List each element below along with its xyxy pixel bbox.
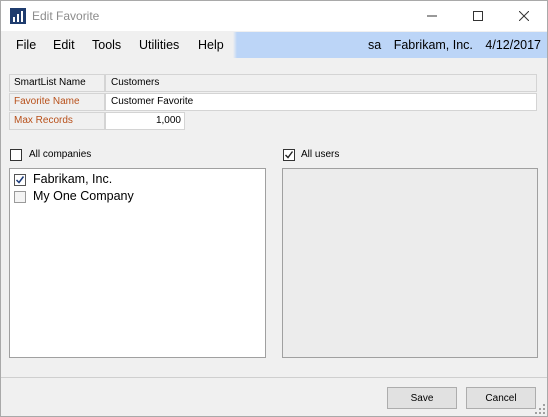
all-users-label: All users (301, 149, 340, 160)
minimize-button[interactable] (409, 1, 455, 31)
title-bar[interactable]: Edit Favorite (1, 1, 547, 31)
menu-help[interactable]: Help (198, 38, 224, 52)
save-button[interactable]: Save (387, 387, 457, 409)
status-date: 4/12/2017 (485, 38, 541, 52)
all-users-checkbox[interactable] (283, 149, 295, 161)
checkmark-icon (15, 176, 25, 184)
status-company: Fabrikam, Inc. (393, 38, 473, 52)
menu-edit[interactable]: Edit (53, 38, 75, 52)
close-icon (519, 11, 529, 21)
max-records-input[interactable]: 1,000 (105, 112, 185, 130)
max-records-label: Max Records (9, 112, 105, 130)
smartlist-name-label: SmartList Name (9, 74, 105, 92)
all-companies-checkbox[interactable] (10, 149, 22, 161)
window-title: Edit Favorite (32, 9, 100, 23)
favorite-name-label: Favorite Name (9, 93, 105, 111)
company-checkbox[interactable] (14, 174, 26, 186)
checkmark-icon (285, 151, 294, 159)
company-name: My One Company (33, 189, 134, 203)
favorite-name-input[interactable]: Customer Favorite (105, 93, 537, 111)
resize-grip-icon[interactable] (535, 404, 545, 414)
cancel-button[interactable]: Cancel (466, 387, 536, 409)
app-icon (10, 8, 26, 24)
minimize-icon (427, 15, 437, 17)
maximize-icon (473, 11, 483, 21)
close-button[interactable] (501, 1, 547, 31)
menu-file[interactable]: File (16, 38, 36, 52)
users-list (282, 168, 538, 358)
all-companies-label: All companies (29, 149, 92, 160)
menu-utilities[interactable]: Utilities (139, 38, 179, 52)
company-checkbox[interactable] (14, 191, 26, 203)
separator (1, 377, 547, 378)
menu-tools[interactable]: Tools (92, 38, 121, 52)
companies-list[interactable]: Fabrikam, Inc. My One Company (9, 168, 266, 358)
menu-bar: File Edit Tools Utilities Help sa Fabrik… (1, 32, 547, 58)
company-name: Fabrikam, Inc. (33, 172, 113, 186)
status-user: sa (368, 38, 382, 52)
edit-favorite-window: Edit Favorite File Edit Tools Utilities … (0, 0, 548, 417)
status-area: sa Fabrikam, Inc. 4/12/2017 (359, 38, 541, 52)
smartlist-name-value: Customers (105, 74, 537, 92)
maximize-button[interactable] (455, 1, 501, 31)
